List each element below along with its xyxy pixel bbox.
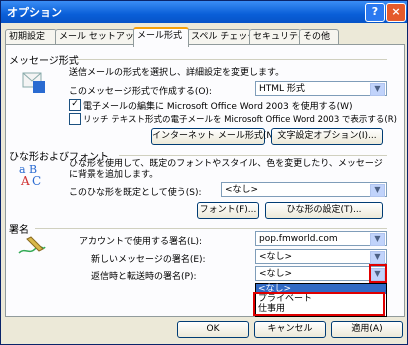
signature-pen-icon xyxy=(17,233,47,262)
default-stationery-label: このひな形を既定として使う(S): xyxy=(69,188,202,198)
compose-format-select[interactable]: HTML 形式 ▼ xyxy=(255,81,387,96)
chevron-down-icon[interactable]: ▼ xyxy=(370,184,385,197)
mail-format-icon xyxy=(19,67,47,98)
message-format-description: 送信メールの形式を選択し、詳細設定を変更します。 xyxy=(69,68,285,78)
stationery-font-icon: aBAC xyxy=(17,161,47,190)
help-button[interactable]: ? xyxy=(365,3,385,22)
section-divider xyxy=(35,228,387,229)
stationery-description: ひな形を使用して、既定のフォントやスタイル、色を変更したり、メッセージに背景を追… xyxy=(69,159,383,180)
close-button[interactable]: × xyxy=(386,3,406,22)
compose-format-value: HTML 形式 xyxy=(259,84,305,94)
new-message-signature-value: <なし> xyxy=(259,252,293,262)
intl-options-button[interactable]: 文字設定オプション(I)... xyxy=(271,128,383,145)
account-select[interactable]: pop.fmworld.com ▼ xyxy=(255,231,387,246)
cancel-button[interactable]: キャンセル xyxy=(254,321,326,338)
chevron-down-icon[interactable]: ▼ xyxy=(370,83,385,96)
ok-button[interactable]: OK xyxy=(177,321,249,338)
svg-text:C: C xyxy=(32,174,41,187)
new-message-signature-select[interactable]: <なし> ▼ xyxy=(255,249,387,264)
default-stationery-value: <なし> xyxy=(225,185,259,195)
highlight-options xyxy=(253,292,385,316)
section-divider xyxy=(119,155,387,156)
reply-signature-select[interactable]: <なし> ▼ xyxy=(255,266,387,281)
account-signature-label: アカウントで使用する署名(L): xyxy=(79,237,203,247)
section-divider xyxy=(77,59,387,60)
use-word-label: 電子メールの編集に Microsoft Office Word 2003 を使用… xyxy=(83,102,353,112)
highlight-dropdown-arrow xyxy=(369,264,387,283)
options-dialog: オプション ? × 初期設定 メール セットアップ メール形式 スペル チェック… xyxy=(0,0,408,345)
reply-signature-value: <なし> xyxy=(259,269,293,279)
stationery-picker-button[interactable]: ひな形の設定(T)... xyxy=(265,202,383,219)
compose-format-label: このメッセージ形式で作成する(O): xyxy=(69,87,212,97)
apply-button[interactable]: 適用(A) xyxy=(331,321,403,338)
window-title: オプション xyxy=(7,6,62,19)
tab-mail-format[interactable]: メール形式 xyxy=(133,27,189,47)
new-message-signature-label: 新しいメッセージの署名(E): xyxy=(91,255,206,265)
use-word-checkbox[interactable]: ✓ xyxy=(69,99,81,111)
rich-text-label: リッチ テキスト形式の電子メールを Microsoft Office Word … xyxy=(83,115,397,125)
chevron-down-icon[interactable]: ▼ xyxy=(370,233,385,246)
fonts-button[interactable]: フォント(F)... xyxy=(197,202,259,219)
rich-text-checkbox[interactable] xyxy=(69,113,81,125)
account-value: pop.fmworld.com xyxy=(259,234,338,244)
internet-format-button[interactable]: インターネット メール形式(N)... xyxy=(151,128,285,145)
title-bar[interactable]: オプション ? × xyxy=(1,1,407,23)
chevron-down-icon[interactable]: ▼ xyxy=(370,251,385,264)
svg-text:A: A xyxy=(20,174,30,187)
default-stationery-select[interactable]: <なし> ▼ xyxy=(221,182,387,197)
reply-signature-label: 返信時と転送時の署名(P): xyxy=(91,272,197,282)
